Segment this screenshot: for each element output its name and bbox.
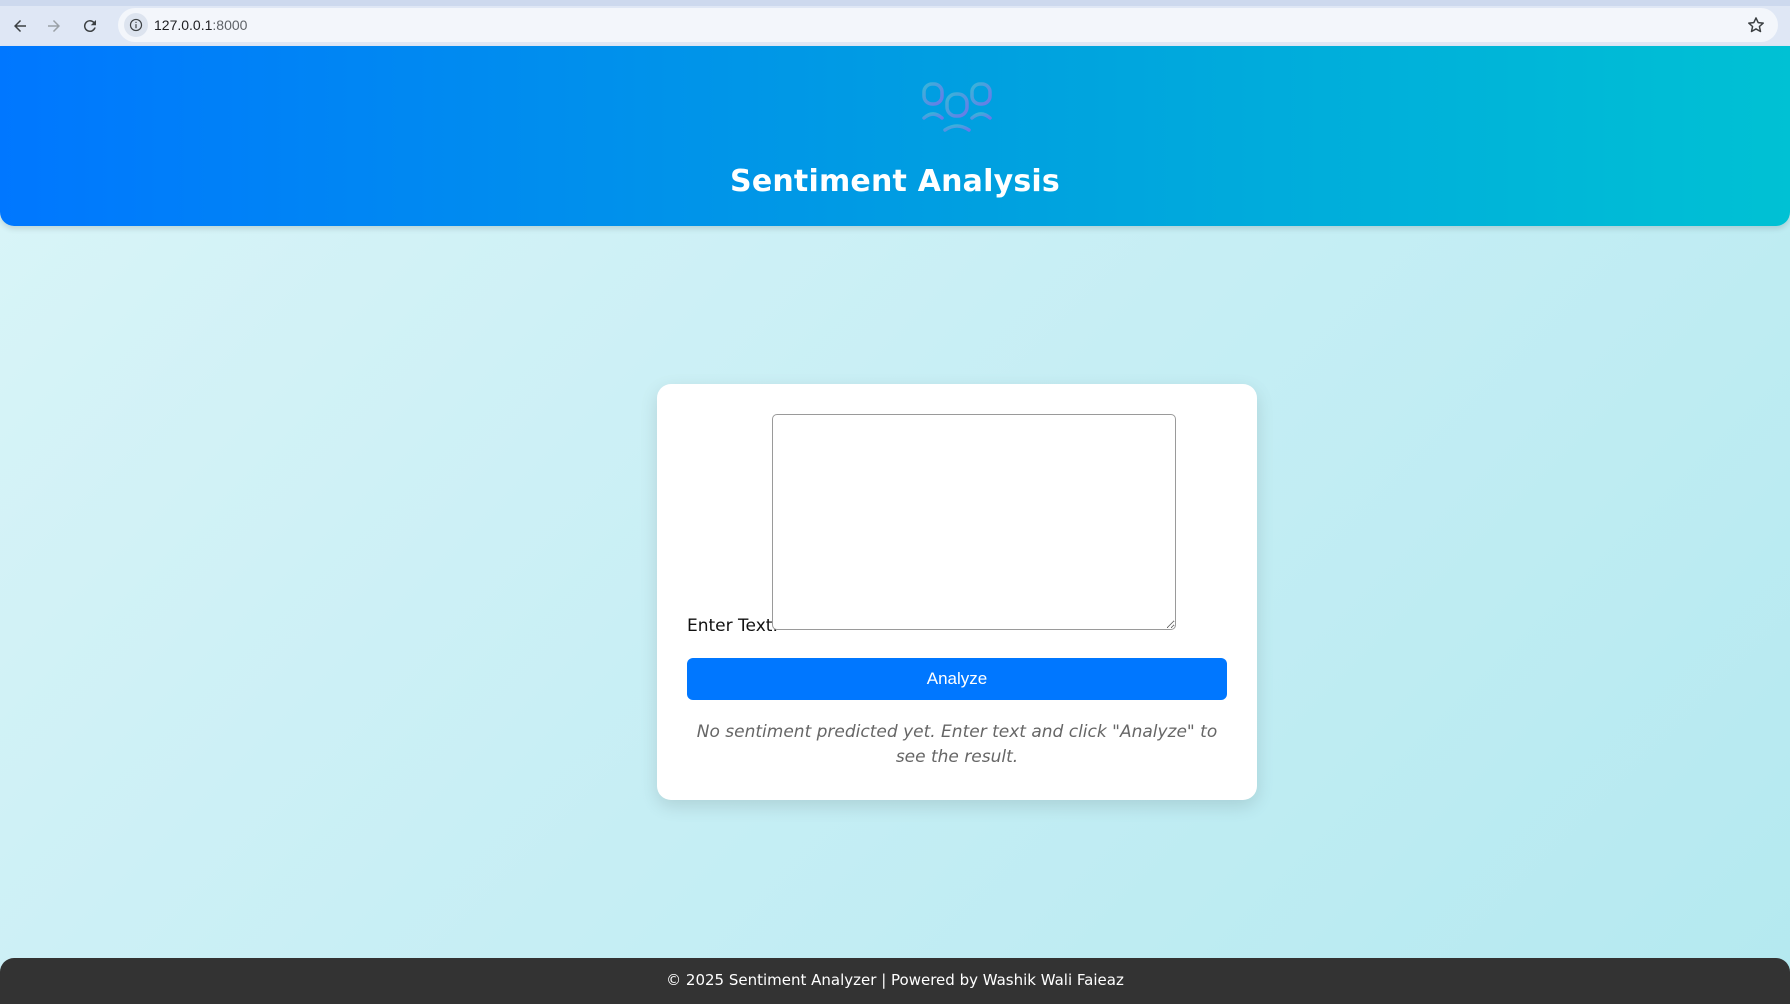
arrow-right-icon	[48, 20, 60, 32]
result-message: No sentiment predicted yet. Enter text a…	[696, 722, 1218, 767]
robot-faces-icon	[922, 82, 992, 132]
forward-button[interactable]	[40, 12, 68, 40]
arrow-left-icon	[14, 20, 26, 32]
page-header: Sentiment Analysis	[0, 46, 1790, 226]
url-text: 127.0.0.1:8000	[154, 17, 247, 33]
info-icon	[129, 18, 143, 32]
reload-button[interactable]	[76, 12, 104, 40]
star-icon[interactable]	[1746, 15, 1766, 35]
page-title: Sentiment Analysis	[730, 164, 1060, 199]
url-port: :8000	[212, 17, 248, 33]
analysis-card: Enter Text: Analyze No sentiment predict…	[657, 384, 1257, 800]
reload-icon	[83, 20, 96, 33]
back-button[interactable]	[6, 12, 34, 40]
address-bar[interactable]: 127.0.0.1:8000	[118, 8, 1778, 42]
text-input[interactable]	[772, 414, 1176, 630]
enter-text-label: Enter Text:	[687, 616, 779, 636]
footer-text: © 2025 Sentiment Analyzer | Powered by W…	[666, 971, 1124, 989]
page-footer: © 2025 Sentiment Analyzer | Powered by W…	[0, 958, 1790, 1004]
url-host: 127.0.0.1	[154, 17, 213, 33]
browser-toolbar: 127.0.0.1:8000	[0, 0, 1790, 46]
site-info-button[interactable]	[124, 13, 148, 37]
analyze-button[interactable]: Analyze	[687, 658, 1227, 700]
